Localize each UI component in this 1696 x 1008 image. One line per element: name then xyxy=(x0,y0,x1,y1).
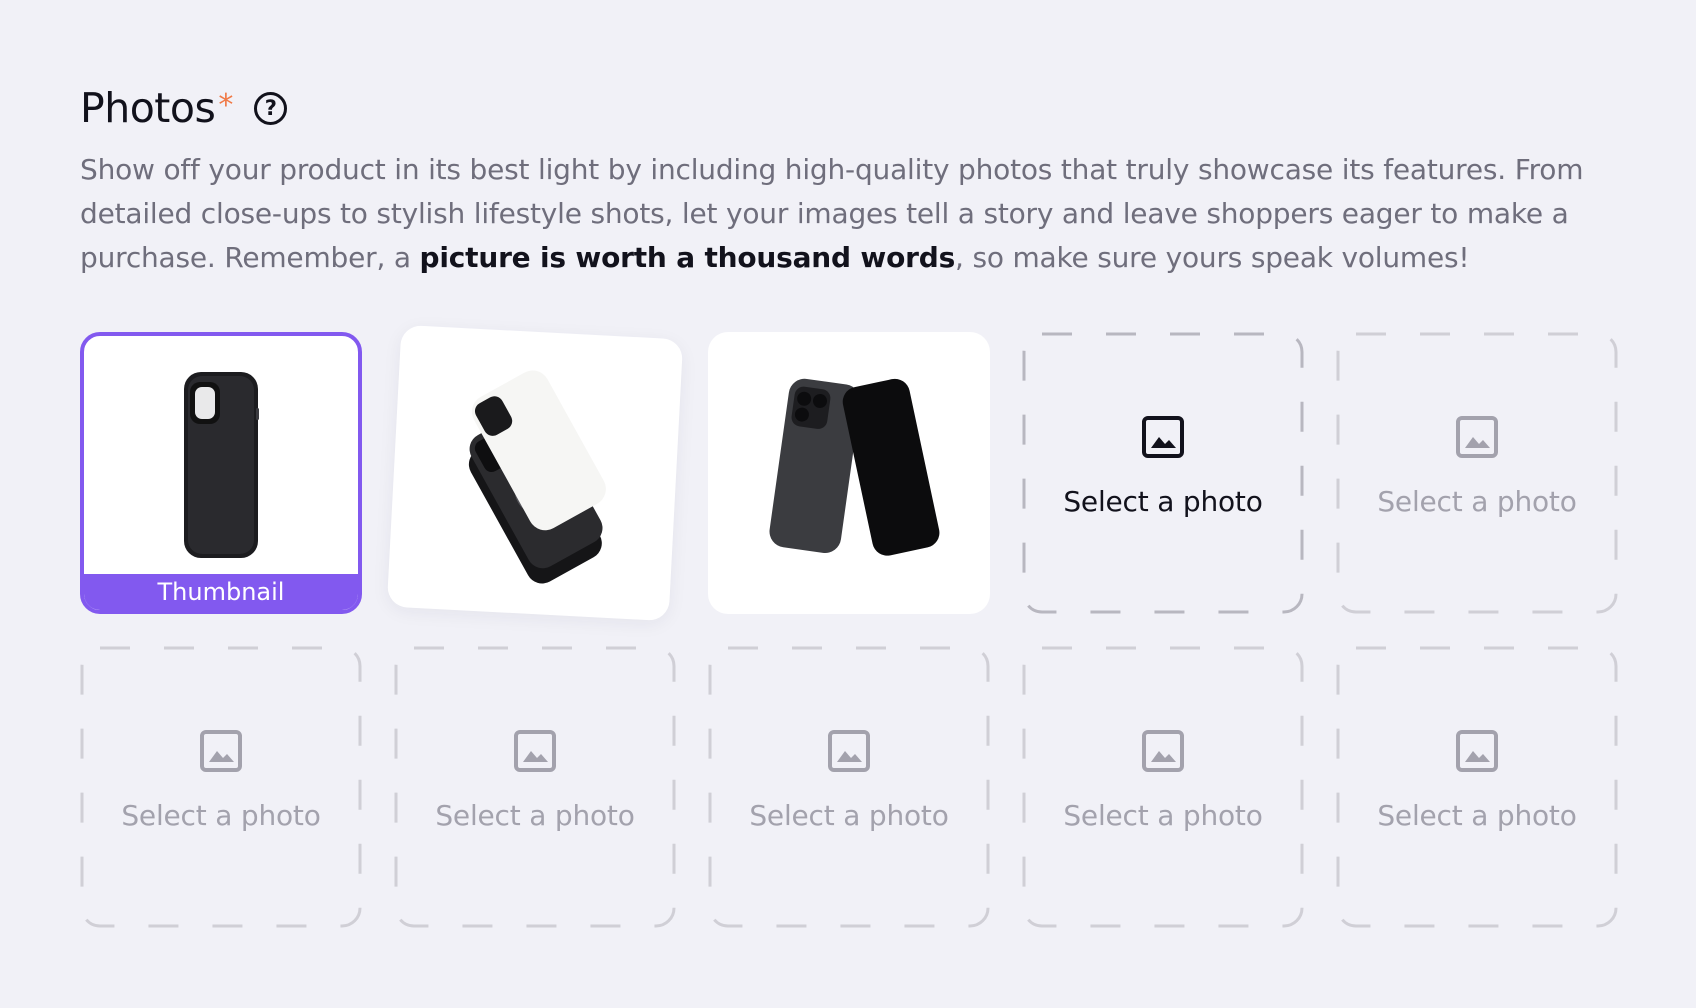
section-header: Photos * ? xyxy=(80,80,1616,136)
dashed-border xyxy=(394,646,676,928)
photos-section: Photos * ? Show off your product in its … xyxy=(80,80,1618,928)
phone-case-image xyxy=(184,372,259,558)
select-photo-slot-2[interactable]: Select a photo xyxy=(1336,332,1618,614)
photo-tile-thumbnail[interactable]: Thumbnail xyxy=(80,332,362,614)
select-photo-slot-1[interactable]: Select a photo xyxy=(1022,332,1304,614)
dark-phones-image xyxy=(769,378,940,556)
select-photo-slot-5[interactable]: Select a photo xyxy=(708,646,990,928)
dashed-border xyxy=(1336,332,1618,614)
dashed-border xyxy=(1022,332,1304,614)
dashed-border xyxy=(1022,646,1304,928)
description-emphasis: picture is worth a thousand words xyxy=(419,241,956,274)
question-circle-icon[interactable]: ? xyxy=(254,91,288,125)
dashed-border xyxy=(80,646,362,928)
thumbnail-label: Thumbnail xyxy=(84,574,358,610)
select-photo-slot-7[interactable]: Select a photo xyxy=(1336,646,1618,928)
description-text-end: , so make sure yours speak volumes! xyxy=(955,241,1470,274)
select-photo-slot-3[interactable]: Select a photo xyxy=(80,646,362,928)
section-title: Photos xyxy=(80,84,216,132)
required-asterisk: * xyxy=(218,88,234,123)
photo-grid: Thumbnail Select a photo Select a photo … xyxy=(80,324,1618,928)
dashed-border xyxy=(1336,646,1618,928)
photo-tile-2[interactable] xyxy=(386,324,684,622)
section-description: Show off your product in its best light … xyxy=(80,148,1616,280)
dashed-border xyxy=(708,646,990,928)
select-photo-slot-4[interactable]: Select a photo xyxy=(394,646,676,928)
photo-tile-3[interactable] xyxy=(708,332,990,614)
phone-case-exploded-image xyxy=(468,370,606,584)
select-photo-slot-6[interactable]: Select a photo xyxy=(1022,646,1304,928)
